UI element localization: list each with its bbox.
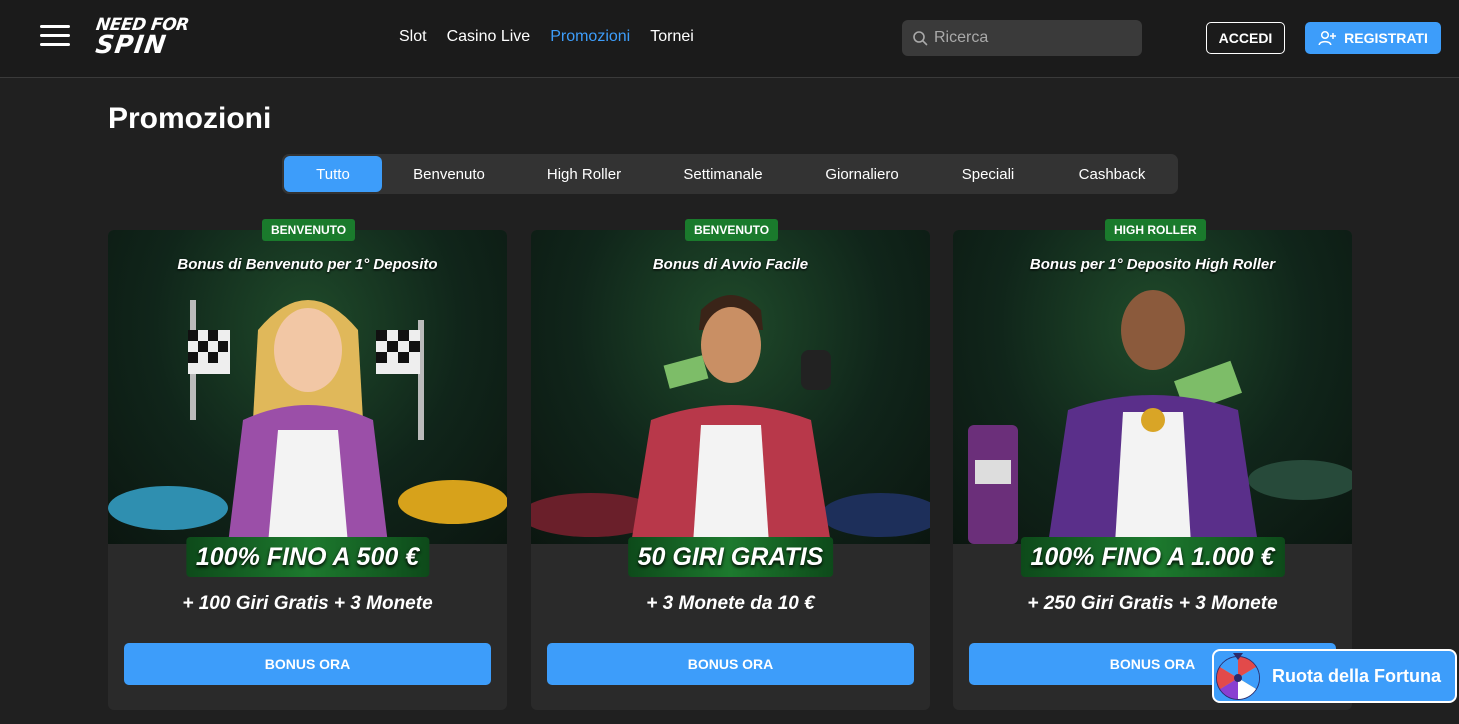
nav-casino-live[interactable]: Casino Live xyxy=(447,28,531,46)
login-button[interactable]: ACCEDI xyxy=(1206,22,1285,54)
card-subtitle: + 3 Monete da 10 € xyxy=(646,593,815,614)
wheel-label: Ruota della Fortuna xyxy=(1272,665,1442,686)
add-user-icon xyxy=(1318,30,1337,46)
card-subtitle: + 100 Giri Gratis + 3 Monete xyxy=(182,593,433,614)
brand-logo[interactable]: NEED FOR SPIN xyxy=(93,15,206,59)
card-badge: BENVENUTO xyxy=(262,219,356,241)
promo-tabs: Tutto Benvenuto High Roller Settimanale … xyxy=(282,154,1178,194)
nav-slot[interactable]: Slot xyxy=(399,28,427,46)
card-title: Bonus per 1° Deposito High Roller xyxy=(1029,256,1276,273)
card-headline: 100% FINO A 1.000 € xyxy=(1020,537,1285,577)
tab-cashback[interactable]: Cashback xyxy=(1062,156,1162,192)
tab-giornaliero[interactable]: Giornaliero xyxy=(808,156,916,192)
search-box[interactable] xyxy=(902,20,1142,56)
card-title: Bonus di Avvio Facile xyxy=(652,256,809,273)
search-input[interactable] xyxy=(934,29,1124,47)
logo-line-2: SPIN xyxy=(93,30,169,59)
page-title: Promozioni xyxy=(108,102,272,135)
card-subtitle: + 250 Giri Gratis + 3 Monete xyxy=(1027,593,1278,614)
register-label: REGISTRATI xyxy=(1344,30,1428,46)
nav-tornei[interactable]: Tornei xyxy=(650,28,694,46)
menu-icon[interactable] xyxy=(40,25,70,51)
promo-illustration: Bonus per 1° Deposito High Roller xyxy=(953,230,1352,544)
tab-high-roller[interactable]: High Roller xyxy=(528,156,640,192)
promo-card: Bonus di Benvenuto per 1° Deposito 100% … xyxy=(108,230,507,710)
card-title: Bonus di Benvenuto per 1° Deposito xyxy=(177,256,438,273)
card-headline: 50 GIRI GRATIS xyxy=(627,537,834,577)
promo-illustration: Bonus di Avvio Facile xyxy=(531,230,930,544)
tab-speciali[interactable]: Speciali xyxy=(946,156,1030,192)
card-badge: BENVENUTO xyxy=(685,219,779,241)
fortune-wheel-widget[interactable]: Ruota della Fortuna xyxy=(1212,649,1457,703)
bonus-button[interactable]: BONUS ORA xyxy=(547,643,914,685)
search-icon xyxy=(913,31,928,46)
main-nav: Slot Casino Live Promozioni Tornei xyxy=(399,28,694,46)
card-badge: HIGH ROLLER xyxy=(1105,219,1206,241)
promo-illustration: Bonus di Benvenuto per 1° Deposito xyxy=(108,230,507,544)
tab-benvenuto[interactable]: Benvenuto xyxy=(392,156,506,192)
wheel-icon xyxy=(1216,653,1260,700)
bonus-button[interactable]: BONUS ORA xyxy=(124,643,491,685)
register-button[interactable]: REGISTRATI xyxy=(1305,22,1441,54)
promo-card: Bonus di Avvio Facile 50 GIRI GRATIS + 3… xyxy=(531,230,930,710)
card-headline: 100% FINO A 500 € xyxy=(185,537,430,577)
tab-settimanale[interactable]: Settimanale xyxy=(666,156,780,192)
nav-promozioni[interactable]: Promozioni xyxy=(550,28,630,46)
tab-tutto[interactable]: Tutto xyxy=(284,156,382,192)
promo-card: Bonus per 1° Deposito High Roller 100% F… xyxy=(953,230,1352,710)
top-header: NEED FOR SPIN Slot Casino Live Promozion… xyxy=(0,0,1459,78)
